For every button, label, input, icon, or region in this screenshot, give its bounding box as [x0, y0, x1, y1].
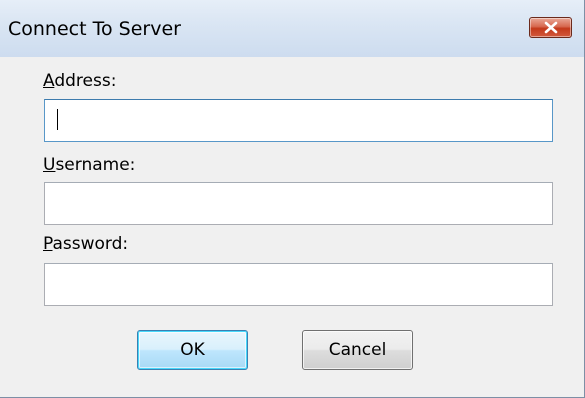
- connect-dialog: Connect To Server Address: Username: Pas…: [0, 0, 585, 398]
- dialog-title: Connect To Server: [8, 18, 181, 40]
- password-input[interactable]: [44, 263, 553, 306]
- cancel-button[interactable]: Cancel: [302, 330, 413, 370]
- username-input[interactable]: [44, 182, 553, 225]
- address-input[interactable]: [44, 99, 553, 142]
- address-label: Address:: [43, 71, 117, 91]
- close-icon: [544, 21, 558, 34]
- username-label: Username:: [43, 155, 136, 175]
- password-label: Password:: [43, 234, 129, 254]
- title-bar[interactable]: Connect To Server: [0, 0, 584, 57]
- ok-button[interactable]: OK: [137, 330, 248, 370]
- close-button[interactable]: [529, 17, 572, 38]
- text-caret: [57, 109, 58, 130]
